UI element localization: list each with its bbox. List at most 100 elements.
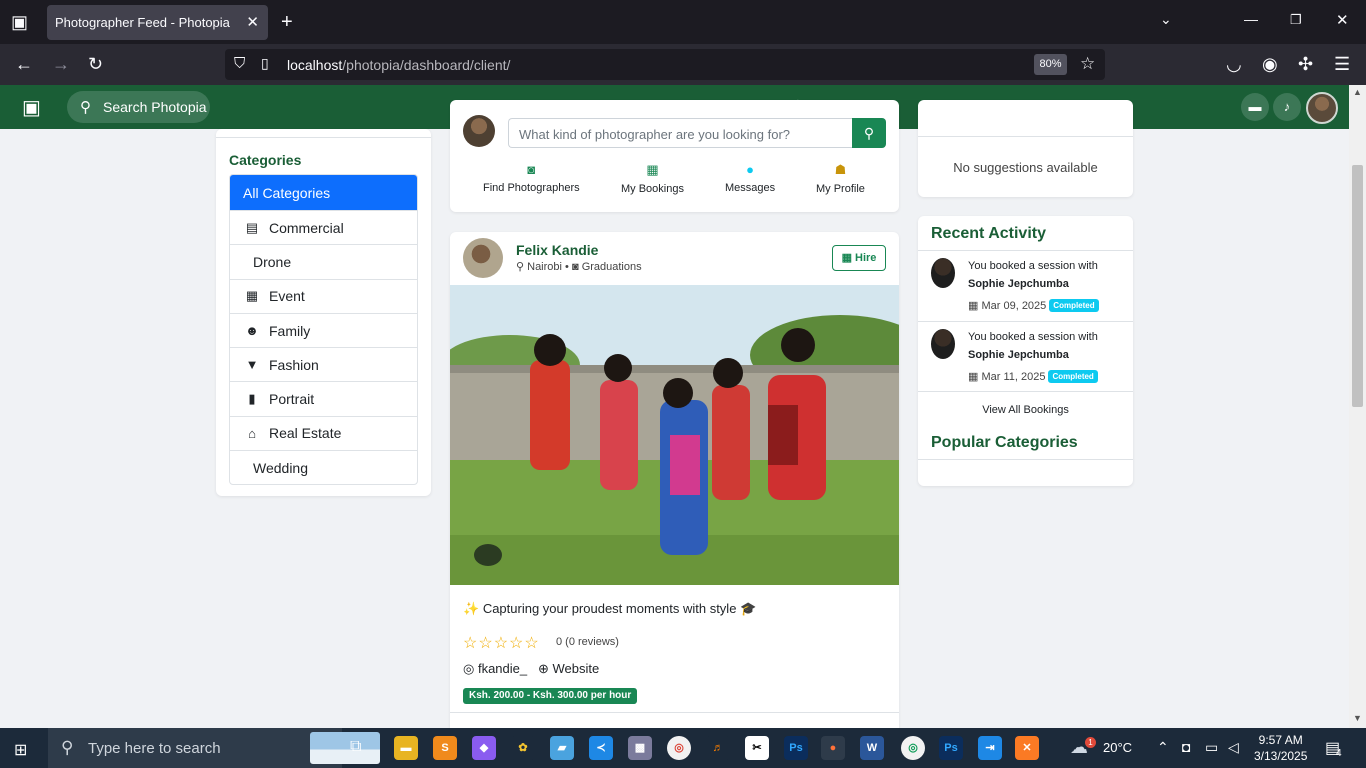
quick-link-find-photographers[interactable]: ◙ Find Photographers — [483, 162, 580, 194]
microphone-icon[interactable]: ♬ — [706, 736, 730, 760]
website-link[interactable]: Website — [553, 661, 600, 676]
tab-overview-icon[interactable]: ▣ — [11, 12, 28, 33]
category-label: Fashion — [269, 356, 319, 373]
photopia-logo-icon[interactable]: ▣ — [22, 95, 41, 120]
clock-time: 9:57 AM — [1258, 733, 1303, 747]
pocket-icon[interactable]: ◡ — [1226, 54, 1242, 75]
task-view-icon[interactable]: ⧉ — [350, 738, 361, 756]
menu-icon[interactable]: ☰ — [1334, 54, 1350, 75]
user-avatar[interactable] — [1306, 92, 1338, 124]
quick-link-messages[interactable]: ● Messages — [725, 162, 775, 194]
divider — [918, 459, 1133, 460]
activity-item[interactable]: You booked a session with Sophie Jepchum… — [968, 328, 1098, 364]
word-icon[interactable]: W — [860, 736, 884, 760]
file-explorer-icon[interactable]: ▬ — [394, 736, 418, 760]
weather-temperature[interactable]: 20°C — [1103, 740, 1132, 755]
app-icon[interactable]: ✿ — [511, 736, 535, 760]
category-family[interactable]: ☻ Family — [230, 312, 417, 347]
chrome-icon[interactable]: ◎ — [667, 736, 691, 760]
browser-tab[interactable]: Photographer Feed - Photopia ✕ — [47, 5, 268, 40]
url-bar[interactable]: ⛉ ▯ localhost/photopia/dashboard/client/… — [225, 49, 1105, 80]
calendar-icon: ▦ — [968, 371, 979, 383]
search-photopia-button[interactable]: ⚲ Search Photopia — [67, 91, 210, 123]
windows-start-icon[interactable]: ⊞ — [14, 740, 27, 760]
url-path: /photopia/dashboard/client/ — [342, 57, 511, 73]
scroll-thumb[interactable] — [1352, 165, 1363, 407]
forward-icon[interactable]: → — [52, 54, 70, 75]
xampp-icon[interactable]: ✕ — [1015, 736, 1039, 760]
hire-button[interactable]: ▦ Hire — [832, 245, 886, 271]
url-text[interactable]: localhost/photopia/dashboard/client/ — [287, 57, 510, 73]
activity-item[interactable]: You booked a session with Sophie Jepchum… — [968, 257, 1098, 293]
remote-desktop-icon[interactable]: ⇥ — [978, 736, 1002, 760]
extensions-icon[interactable]: ✣ — [1298, 54, 1313, 75]
taskbar-search[interactable]: ⚲ Type here to search — [48, 728, 380, 768]
category-drone[interactable]: Drone — [230, 244, 417, 278]
separator: • — [565, 261, 569, 273]
recent-activity-card: Recent Activity You booked a session wit… — [918, 216, 1133, 486]
new-tab-icon[interactable]: + — [281, 11, 293, 34]
reload-icon[interactable]: ↻ — [88, 54, 103, 75]
calendar-icon: ▦ — [968, 300, 979, 312]
category-commercial[interactable]: ▤ Commercial — [230, 210, 417, 244]
shield-icon[interactable]: ⛉ — [234, 55, 245, 72]
photoshop-icon[interactable]: Ps — [939, 736, 963, 760]
quick-link-label: Find Photographers — [483, 182, 580, 194]
shirt-icon: ▼ — [245, 357, 259, 373]
chevron-up-icon[interactable]: ⌃ — [1157, 739, 1169, 756]
chrome-profile-icon[interactable]: ◎ — [901, 736, 925, 760]
app-icon[interactable]: ▩ — [628, 736, 652, 760]
minimize-icon[interactable]: — — [1244, 11, 1258, 27]
volume-icon[interactable]: ◁ — [1228, 739, 1239, 756]
capcut-icon[interactable]: ✂ — [745, 736, 769, 760]
category-wedding[interactable]: Wedding — [230, 450, 417, 484]
scroll-down-icon[interactable]: ▼ — [1353, 713, 1362, 723]
page-icon[interactable]: ▯ — [261, 55, 269, 72]
bell-icon[interactable]: ♪ — [1273, 93, 1301, 121]
bookmark-star-icon[interactable]: ☆ — [1080, 54, 1095, 74]
rating-stars[interactable]: ☆☆☆☆☆ — [463, 633, 540, 653]
post-photo[interactable] — [450, 285, 899, 585]
page-scrollbar[interactable]: ▲ ▼ — [1349, 85, 1366, 728]
zoom-level[interactable]: 80% — [1034, 54, 1067, 75]
close-window-icon[interactable]: ✕ — [1336, 11, 1349, 29]
back-icon[interactable]: ← — [15, 54, 33, 75]
photographer-search-input[interactable]: What kind of photographer are you lookin… — [508, 118, 853, 148]
activity-photographer: Sophie Jepchumba — [968, 349, 1069, 361]
sublime-text-icon[interactable]: S — [433, 736, 457, 760]
browser-tab-bar: ▣ Photographer Feed - Photopia ✕ + ⌄ — ❐… — [0, 0, 1366, 44]
app-icon[interactable]: ▰ — [550, 736, 574, 760]
account-icon[interactable]: ◉ — [1262, 54, 1278, 75]
category-portrait[interactable]: ▮ Portrait — [230, 381, 417, 415]
status-badge: Completed — [1048, 370, 1098, 383]
instagram-link[interactable]: fkandie_ — [478, 661, 527, 676]
activity-date-row: ▦ Mar 09, 2025 Completed — [968, 299, 1099, 312]
category-real-estate[interactable]: ⌂ Real Estate — [230, 415, 417, 450]
restore-icon[interactable]: ❐ — [1290, 12, 1302, 28]
tab-list-chevron-icon[interactable]: ⌄ — [1160, 11, 1172, 28]
category-all[interactable]: All Categories — [230, 175, 417, 210]
scroll-up-icon[interactable]: ▲ — [1353, 87, 1362, 97]
quick-link-my-profile[interactable]: ☗ My Profile — [816, 162, 865, 195]
view-all-bookings-link[interactable]: View All Bookings — [918, 404, 1133, 416]
photographer-name[interactable]: Felix Kandie — [516, 242, 598, 258]
copilot-icon[interactable]: ◆ — [472, 736, 496, 760]
photographer-location: Nairobi — [527, 261, 562, 273]
photoshop-icon[interactable]: Ps — [784, 736, 808, 760]
category-fashion[interactable]: ▼ Fashion — [230, 347, 417, 381]
close-tab-icon[interactable]: ✕ — [246, 13, 259, 31]
photographer-avatar[interactable] — [463, 238, 503, 278]
quick-link-my-bookings[interactable]: ▦ My Bookings — [621, 162, 684, 195]
quick-link-label: My Profile — [816, 183, 865, 195]
messages-icon[interactable]: ▬ — [1241, 93, 1269, 121]
meet-now-icon[interactable]: ◘ — [1182, 739, 1190, 755]
status-badge: Completed — [1049, 299, 1099, 312]
firefox-icon[interactable]: ● — [821, 736, 845, 760]
search-submit-button[interactable]: ⚲ — [852, 118, 886, 148]
network-icon[interactable]: ▭ — [1205, 739, 1218, 756]
recent-activity-title: Recent Activity — [931, 225, 1046, 242]
category-event[interactable]: ▦ Event — [230, 278, 417, 313]
vscode-icon[interactable]: ≺ — [589, 736, 613, 760]
hire-label: Hire — [855, 252, 877, 264]
taskbar-clock[interactable]: 9:57 AM 3/13/2025 — [1254, 732, 1307, 764]
